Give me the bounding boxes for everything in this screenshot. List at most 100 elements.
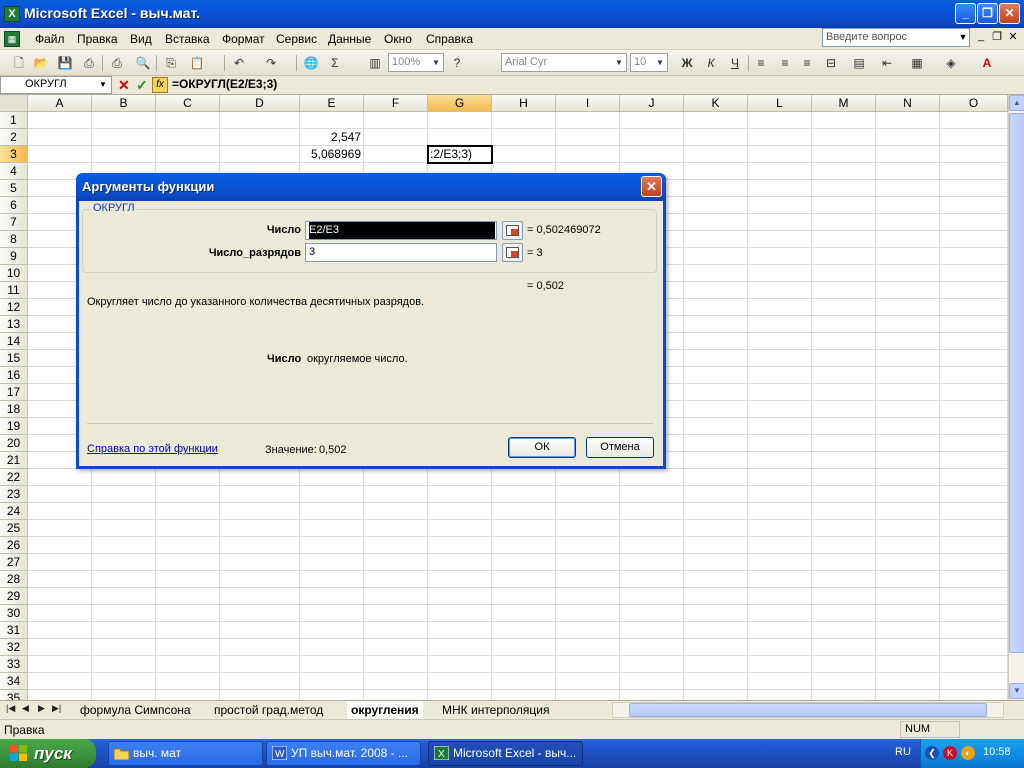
row-header[interactable]: 33 — [0, 656, 28, 673]
paste-icon[interactable]: 📋 — [188, 54, 206, 72]
row-header[interactable]: 28 — [0, 571, 28, 588]
workbook-restore-button[interactable]: ❐ — [990, 30, 1004, 46]
row-header[interactable]: 20 — [0, 435, 28, 452]
row-header[interactable]: 7 — [0, 214, 28, 231]
new-icon[interactable]: 🗋 — [10, 54, 28, 72]
name-box[interactable]: ОКРУГЛ — [0, 76, 112, 94]
chevron-down-icon[interactable]: ▼ — [430, 55, 442, 70]
row-header[interactable]: 19 — [0, 418, 28, 435]
permission-icon[interactable]: ⎙ — [80, 54, 98, 72]
font-size-combo[interactable]: 10 ▼ — [630, 53, 668, 72]
underline-icon[interactable]: Ч — [726, 54, 744, 72]
row-header[interactable]: 14 — [0, 333, 28, 350]
ask-question-input[interactable]: Введите вопрос — [822, 28, 970, 47]
menu-window[interactable]: Окно — [384, 32, 412, 46]
row-header[interactable]: 16 — [0, 367, 28, 384]
row-header[interactable]: 6 — [0, 197, 28, 214]
chevron-down-icon[interactable]: ▼ — [97, 77, 109, 93]
merge-center-icon[interactable]: ⊟ — [822, 54, 840, 72]
sheet-tab-active[interactable]: округления — [347, 701, 423, 719]
excel-app-icon[interactable]: X — [4, 6, 20, 22]
prev-sheet-icon[interactable]: ◀ — [22, 703, 29, 714]
menu-insert[interactable]: Вставка — [165, 32, 210, 46]
save-icon[interactable]: 💾 — [56, 54, 74, 72]
fill-color-icon[interactable]: ◈ — [942, 54, 960, 72]
currency-icon[interactable]: ▤ — [850, 54, 868, 72]
restore-button[interactable]: ❐ — [977, 3, 998, 24]
row-header[interactable]: 35 — [0, 690, 28, 700]
column-header[interactable]: O — [940, 95, 1008, 112]
print-icon[interactable]: ⎙ — [108, 54, 126, 72]
cancel-icon[interactable]: ✕ — [118, 77, 130, 93]
align-center-icon[interactable]: ≡ — [776, 54, 794, 72]
ok-button[interactable]: ОК — [508, 437, 576, 458]
row-header[interactable]: 15 — [0, 350, 28, 367]
undo-icon[interactable]: ↶ — [230, 54, 248, 72]
sheet-tab[interactable]: МНК интерполяция — [438, 701, 554, 719]
scroll-down-icon[interactable]: ▼ — [1009, 683, 1024, 699]
row-header[interactable]: 22 — [0, 469, 28, 486]
menu-help[interactable]: Справка — [426, 32, 473, 46]
function-help-link[interactable]: Справка по этой функции — [87, 443, 218, 455]
chevron-down-icon[interactable]: ▼ — [613, 55, 625, 70]
row-header[interactable]: 32 — [0, 639, 28, 656]
row-header[interactable]: 17 — [0, 384, 28, 401]
align-right-icon[interactable]: ≡ — [798, 54, 816, 72]
scroll-up-icon[interactable]: ▲ — [1009, 95, 1024, 111]
dialog-close-button[interactable]: ✕ — [641, 176, 662, 197]
row-header[interactable]: 12 — [0, 299, 28, 316]
row-header[interactable]: 10 — [0, 265, 28, 282]
language-indicator[interactable]: RU — [895, 746, 911, 758]
redo-icon[interactable]: ↷ — [262, 54, 280, 72]
select-all-corner[interactable] — [0, 95, 28, 112]
collapse-dialog-button[interactable] — [502, 221, 523, 240]
sheet-tab[interactable]: формула Симпсона — [76, 701, 195, 719]
copy-icon[interactable]: ⎘ — [162, 54, 180, 72]
cell-e2[interactable]: 2,547 — [300, 129, 364, 146]
column-header[interactable]: L — [748, 95, 812, 112]
row-header[interactable]: 13 — [0, 316, 28, 333]
column-header[interactable]: G — [428, 95, 492, 112]
column-header[interactable]: M — [812, 95, 876, 112]
open-icon[interactable]: 📂 — [32, 54, 50, 72]
column-header[interactable]: B — [92, 95, 156, 112]
row-header[interactable]: 27 — [0, 554, 28, 571]
zoom-combo[interactable]: 100% ▼ — [388, 53, 444, 72]
bold-icon[interactable]: Ж — [678, 54, 696, 72]
first-sheet-icon[interactable]: |◀ — [6, 703, 15, 714]
active-cell-editor[interactable]: :2/E3;3) — [427, 145, 493, 164]
workbook-icon[interactable]: ▦ — [4, 31, 20, 47]
number-arg-input[interactable]: E2/E3 — [305, 221, 497, 240]
workbook-minimize-button[interactable]: _ — [974, 30, 988, 46]
sheet-tab[interactable]: простой град.метод — [210, 701, 327, 719]
column-header[interactable]: H — [492, 95, 556, 112]
chevron-down-icon[interactable]: ▼ — [957, 29, 969, 46]
taskbar-item-folder[interactable]: выч. мат — [108, 741, 263, 766]
menu-data[interactable]: Данные — [328, 32, 371, 46]
taskbar-item-excel[interactable]: X Microsoft Excel - выч... — [428, 741, 583, 766]
chevron-down-icon[interactable]: ▼ — [654, 55, 666, 70]
row-header[interactable]: 26 — [0, 537, 28, 554]
column-header[interactable]: C — [156, 95, 220, 112]
row-header[interactable]: 2 — [0, 129, 28, 146]
minimize-button[interactable]: _ — [955, 3, 976, 24]
close-button[interactable]: ✕ — [999, 3, 1020, 24]
enter-icon[interactable]: ✓ — [136, 77, 148, 93]
last-sheet-icon[interactable]: ▶| — [52, 703, 61, 714]
row-header[interactable]: 30 — [0, 605, 28, 622]
row-header[interactable]: 4 — [0, 163, 28, 180]
column-header[interactable]: D — [220, 95, 300, 112]
row-header[interactable]: 31 — [0, 622, 28, 639]
menu-edit[interactable]: Правка — [77, 32, 118, 46]
row-header[interactable]: 18 — [0, 401, 28, 418]
next-sheet-icon[interactable]: ▶ — [38, 703, 45, 714]
cancel-button[interactable]: Отмена — [586, 437, 654, 458]
autosum-icon[interactable]: Σ — [326, 54, 344, 72]
antivirus-icon[interactable]: K — [943, 746, 957, 760]
column-header[interactable]: I — [556, 95, 620, 112]
row-header[interactable]: 21 — [0, 452, 28, 469]
menu-tools[interactable]: Сервис — [276, 32, 317, 46]
digits-arg-input[interactable]: 3 — [305, 243, 497, 262]
taskbar-item-word[interactable]: W УП выч.мат. 2008 - ... — [266, 741, 421, 766]
collapse-dialog-button[interactable] — [502, 243, 523, 262]
